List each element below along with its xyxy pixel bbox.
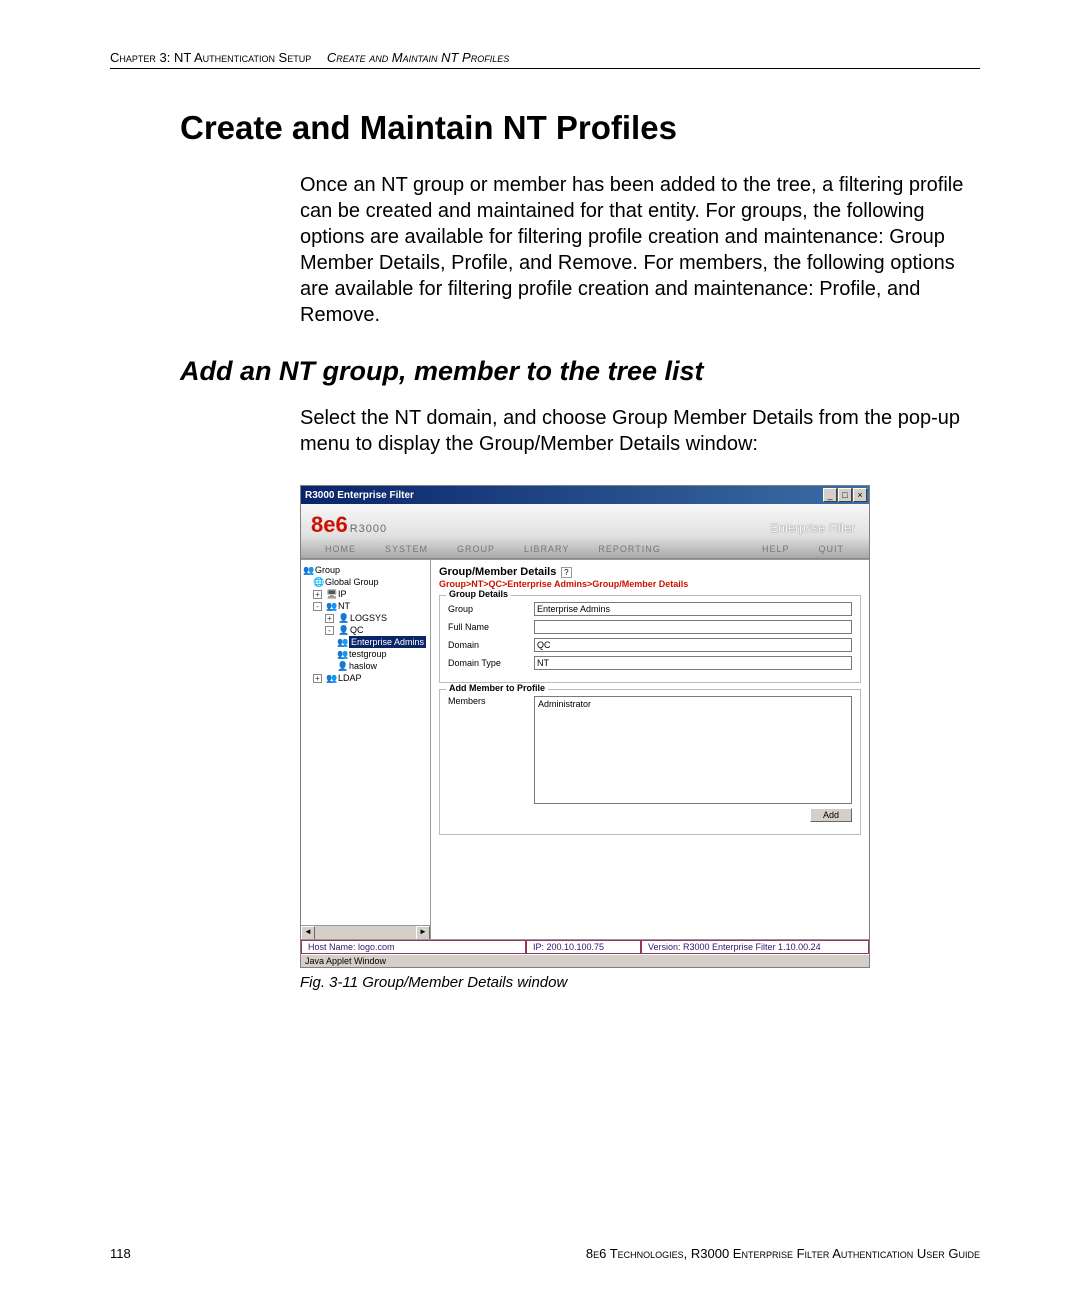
tree-testgroup[interactable]: 👥 testgroup [303, 648, 428, 660]
nav-home[interactable]: HOME [311, 542, 371, 556]
people-icon: 👥 [337, 636, 347, 648]
expand-icon[interactable]: + [325, 614, 334, 623]
nav-system[interactable]: SYSTEM [371, 542, 443, 556]
group-details-fieldset: Group Details Group Enterprise Admins Fu… [439, 595, 861, 683]
input-domain[interactable]: QC [534, 638, 852, 652]
detail-pane: Group/Member Details ? Group>NT>QC>Enter… [431, 560, 869, 939]
figure-caption: Fig. 3-11 Group/Member Details window [300, 974, 980, 991]
subsection-heading: Add an NT group, member to the tree list [180, 356, 980, 387]
subsection-paragraph: Select the NT domain, and choose Group M… [300, 405, 970, 457]
tree-ip[interactable]: + 🖥 IP [303, 588, 428, 600]
status-version: Version: R3000 Enterprise Filter 1.10.00… [641, 940, 869, 954]
tree-global-label: Global Group [325, 576, 379, 588]
logo-r3000: R3000 [350, 523, 387, 535]
work-area: 👥 Group 🌐 Global Group + 🖥 IP - 👥 NT + 👤… [301, 559, 869, 939]
label-members: Members [448, 696, 534, 706]
nav-reporting[interactable]: REPORTING [584, 542, 675, 556]
nav-library[interactable]: LIBRARY [510, 542, 584, 556]
tree-root-label: Group [315, 564, 340, 576]
ip-icon: 🖥 [326, 588, 336, 600]
status-ip: IP: 200.10.100.75 [526, 940, 641, 954]
nav-quit[interactable]: QUIT [805, 542, 860, 556]
input-fullname[interactable] [534, 620, 852, 634]
label-domain: Domain [448, 640, 534, 650]
collapse-icon[interactable]: - [313, 602, 322, 611]
header-section: Create and Maintain NT Profiles [315, 50, 509, 65]
breadcrumb: Group>NT>QC>Enterprise Admins>Group/Memb… [439, 579, 861, 589]
window-title: R3000 Enterprise Filter [305, 490, 822, 501]
detail-title: Group/Member Details [439, 566, 556, 578]
applet-bar: Java Applet Window [301, 954, 869, 967]
close-button[interactable]: × [853, 488, 867, 502]
person-icon: 👤 [337, 660, 347, 672]
header-chapter: Chapter 3: NT Authentication Setup [110, 50, 311, 65]
tree-ip-label: IP [338, 588, 347, 600]
tree-ldap[interactable]: + 👥 LDAP [303, 672, 428, 684]
label-group: Group [448, 604, 534, 614]
tree-qc-label: QC [350, 624, 364, 636]
value-domaintype: NT [537, 658, 549, 668]
value-domain: QC [537, 640, 551, 650]
nav-group[interactable]: GROUP [443, 542, 510, 556]
main-nav: HOME SYSTEM GROUP LIBRARY REPORTING HELP… [311, 542, 859, 558]
tree-nt-label: NT [338, 600, 350, 612]
intro-paragraph: Once an NT group or member has been adde… [300, 172, 970, 328]
brand-strip: 8e6 R3000 Enterprise Filter HOME SYSTEM … [301, 504, 869, 559]
tree-haslow[interactable]: 👤 haslow [303, 660, 428, 672]
add-button[interactable]: Add [810, 808, 852, 822]
members-listbox[interactable]: Administrator [534, 696, 852, 804]
people-icon: 👤 [338, 612, 348, 624]
group-icon: 👥 [303, 564, 313, 576]
help-icon[interactable]: ? [561, 567, 572, 578]
tree-global-group[interactable]: 🌐 Global Group [303, 576, 428, 588]
add-member-legend: Add Member to Profile [446, 683, 548, 693]
value-group: Enterprise Admins [537, 604, 610, 614]
tree-root[interactable]: 👥 Group [303, 564, 428, 576]
tree-testgroup-label: testgroup [349, 648, 387, 660]
tree-haslow-label: haslow [349, 660, 377, 672]
page-number: 118 [110, 1246, 131, 1261]
tree-selected-label: Enterprise Admins [349, 636, 426, 648]
label-domaintype: Domain Type [448, 658, 534, 668]
tree-logsys[interactable]: + 👤 LOGSYS [303, 612, 428, 624]
tree-selected[interactable]: 👥 Enterprise Admins [303, 636, 428, 648]
footer-title: 8e6 Technologies, R3000 Enterprise Filte… [586, 1246, 980, 1261]
input-domaintype[interactable]: NT [534, 656, 852, 670]
nav-help[interactable]: HELP [748, 542, 805, 556]
tree-scrollbar[interactable]: ◄ ► [301, 925, 430, 939]
tree-nt[interactable]: - 👥 NT [303, 600, 428, 612]
label-fullname: Full Name [448, 622, 534, 632]
nt-icon: 👥 [326, 600, 336, 612]
people-icon: 👥 [337, 648, 347, 660]
minimize-button[interactable]: _ [823, 488, 837, 502]
scroll-right-icon[interactable]: ► [416, 926, 430, 939]
brand-subtitle: Enterprise Filter [770, 521, 859, 535]
app-window: R3000 Enterprise Filter _ □ × 8e6 R3000 … [300, 485, 870, 968]
globe-icon: 🌐 [313, 576, 323, 588]
input-group[interactable]: Enterprise Admins [534, 602, 852, 616]
expand-icon[interactable]: + [313, 590, 322, 599]
ldap-icon: 👥 [326, 672, 336, 684]
tree-pane: 👥 Group 🌐 Global Group + 🖥 IP - 👥 NT + 👤… [301, 560, 431, 939]
logo-8e6: 8e6 [311, 512, 348, 538]
scroll-left-icon[interactable]: ◄ [301, 926, 315, 939]
tree-qc[interactable]: - 👤 QC [303, 624, 428, 636]
tree-ldap-label: LDAP [338, 672, 362, 684]
page-footer: 118 8e6 Technologies, R3000 Enterprise F… [110, 1246, 980, 1261]
window-titlebar: R3000 Enterprise Filter _ □ × [301, 486, 869, 504]
people-icon: 👤 [338, 624, 348, 636]
add-member-fieldset: Add Member to Profile Members Administra… [439, 689, 861, 835]
section-heading: Create and Maintain NT Profiles [180, 109, 980, 147]
group-details-legend: Group Details [446, 589, 511, 599]
expand-icon[interactable]: + [313, 674, 322, 683]
maximize-button[interactable]: □ [838, 488, 852, 502]
status-bar: Host Name: logo.com IP: 200.10.100.75 Ve… [301, 939, 869, 954]
status-host: Host Name: logo.com [301, 940, 526, 954]
member-item[interactable]: Administrator [538, 699, 848, 709]
collapse-icon[interactable]: - [325, 626, 334, 635]
page-header: Chapter 3: NT Authentication Setup Creat… [110, 50, 980, 69]
tree-logsys-label: LOGSYS [350, 612, 387, 624]
